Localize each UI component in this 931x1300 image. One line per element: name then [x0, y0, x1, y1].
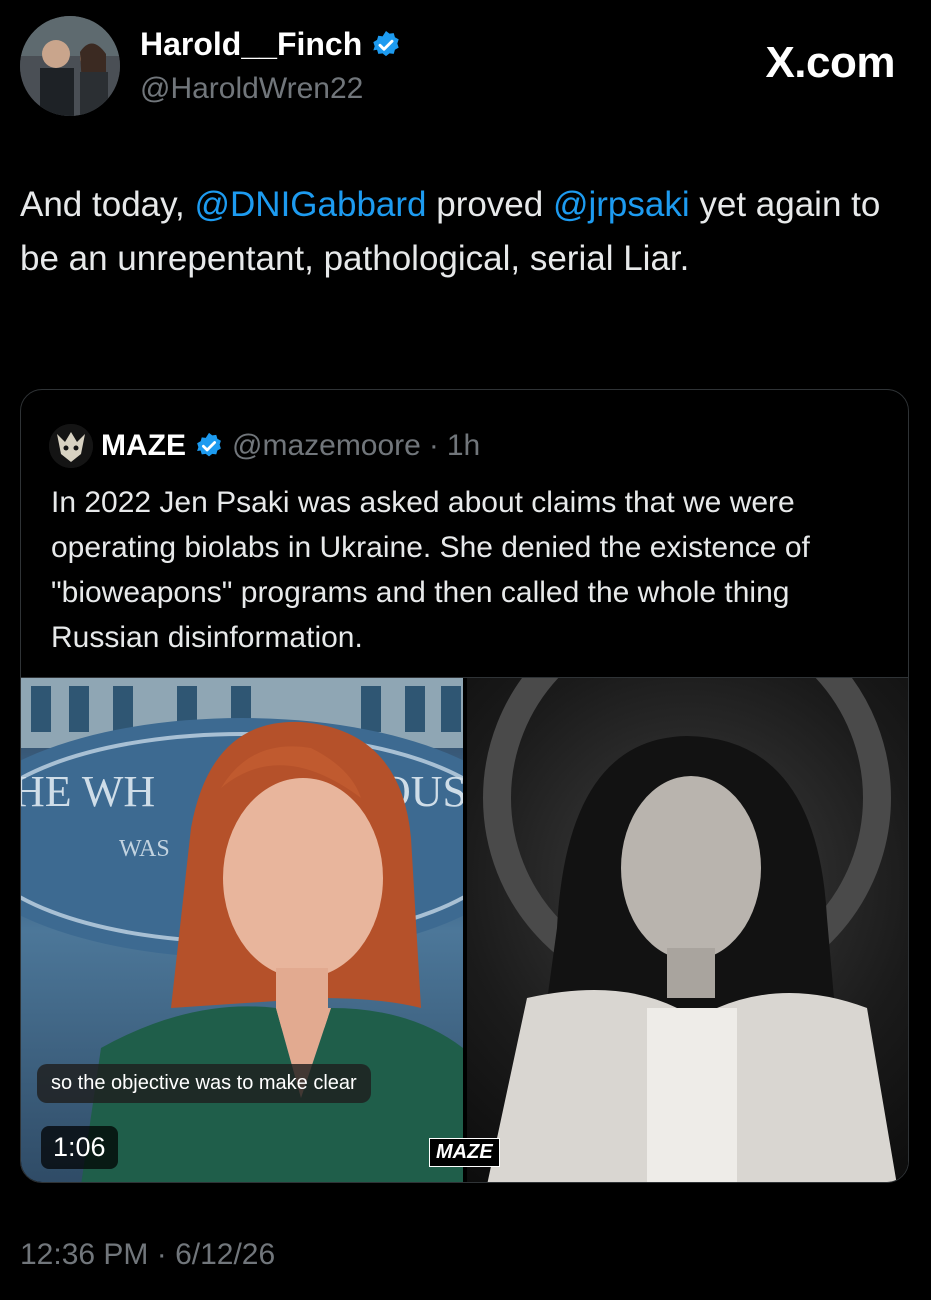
mention-link[interactable]: @DNIGabbard: [194, 185, 426, 224]
header-separator: ·: [428, 429, 439, 462]
quoted-author-name[interactable]: MAZE: [101, 429, 186, 463]
maze-logo-icon: [49, 424, 93, 468]
tweet-text-segment: proved: [426, 185, 553, 224]
quoted-tweet-text: In 2022 Jen Psaki was asked about claims…: [51, 486, 810, 654]
author-avatar-image: [20, 16, 120, 116]
video-left-frame: HE WH OUS WAS so the objective was to ma…: [21, 678, 463, 1182]
quoted-tweet-video[interactable]: HE WH OUS WAS so the objective was to ma…: [21, 677, 908, 1182]
quoted-author-avatar[interactable]: [49, 424, 93, 468]
quoted-author-handle[interactable]: @mazemoore: [232, 429, 421, 463]
tweet-text-segment: And today,: [20, 185, 195, 224]
author-avatar[interactable]: [20, 16, 120, 116]
backdrop-text: WAS: [119, 836, 170, 862]
quoted-tweet-time[interactable]: 1h: [447, 429, 480, 463]
tweet-text: And today, @DNIGabbard proved @jrpsaki y…: [20, 178, 900, 286]
video-right-frame: CC: [467, 678, 908, 1182]
author-display-name-row[interactable]: Harold__Finch: [140, 26, 402, 63]
author-display-name[interactable]: Harold__Finch: [140, 26, 362, 63]
quoted-tweet-card[interactable]: MAZE @mazemoore · 1h In 2022 Jen Psaki w…: [20, 389, 909, 1183]
tweet-timestamp[interactable]: 12:36 PM · 6/12/26: [20, 1238, 275, 1272]
video-duration: 1:06: [41, 1126, 118, 1169]
press-briefing-image: HE WH OUS WAS: [21, 678, 463, 1182]
quoted-tweet-header: MAZE @mazemoore · 1h: [49, 424, 480, 468]
video-caption: so the objective was to make clear: [37, 1064, 371, 1103]
site-watermark: X.com: [765, 38, 895, 87]
verified-badge-icon: [197, 432, 221, 457]
maze-watermark: MAZE: [429, 1138, 500, 1167]
portrait-image: [483, 678, 897, 1182]
backdrop-text: HE WH: [21, 767, 155, 816]
author-handle[interactable]: @HaroldWren22: [140, 72, 363, 106]
mention-link[interactable]: @jrpsaki: [553, 185, 690, 224]
verified-badge-icon: [373, 30, 399, 56]
